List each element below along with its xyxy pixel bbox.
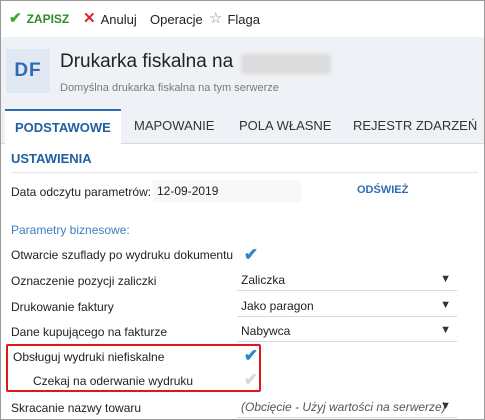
operations-button[interactable]: Operacje	[150, 10, 203, 28]
read-date-label: Data odczytu parametrów:	[11, 185, 152, 199]
cancel-label: Anuluj	[100, 11, 137, 27]
section-divider	[11, 172, 478, 173]
read-date-field[interactable]	[153, 180, 301, 202]
record-badge: DF	[6, 49, 50, 93]
x-icon: ✕	[83, 10, 96, 27]
chevron-down-icon: ▼	[440, 273, 451, 285]
star-outline-icon: ☆	[209, 10, 223, 27]
record-header: DF Drukarka fiskalna na Domyślna drukark…	[1, 37, 484, 109]
select-value: Nabywca	[241, 324, 291, 338]
save-label: ZAPISZ	[26, 12, 70, 26]
advance-marking-select[interactable]: Zaliczka ▼	[237, 269, 457, 291]
shorten-name-select[interactable]: (Obcięcie - Użyj wartości na serwerze) ▼	[237, 396, 457, 418]
buyer-data-select[interactable]: Nabywca ▼	[237, 320, 457, 342]
setting-label-advance: Oznaczenie pozycji zaliczki	[11, 274, 157, 288]
setting-label-drawer: Otwarcie szuflady po wydruku dokumentu	[11, 248, 234, 262]
setting-label-shorten-name: Skracanie nazwy towaru	[11, 401, 142, 415]
page-title: Drukarka fiskalna na	[60, 51, 234, 72]
refresh-link[interactable]: ODŚWIEŻ	[357, 184, 408, 196]
window-frame: ✔ ZAPISZ ✕ Anuluj Operacje ☆ Flaga DF Dr…	[0, 0, 485, 420]
select-value: Zaliczka	[241, 273, 286, 287]
check-icon: ✔	[9, 10, 22, 27]
tab-podstawowe[interactable]: PODSTAWOWE	[5, 109, 121, 144]
highlight-box	[6, 344, 261, 392]
select-value: (Obcięcie - Użyj wartości na serwerze)	[241, 400, 446, 414]
tab-mapowanie[interactable]: MAPOWANIE	[134, 109, 214, 143]
section-title: USTAWIENIA	[11, 151, 92, 166]
chevron-down-icon: ▼	[440, 324, 451, 336]
settings-panel: USTAWIENIA Data odczytu parametrów: ODŚW…	[1, 144, 484, 419]
flag-button[interactable]: ☆ Flaga	[209, 10, 260, 28]
operations-label: Operacje	[150, 11, 203, 27]
business-params-heading: Parametry biznesowe:	[11, 223, 130, 237]
redacted-name	[241, 54, 331, 74]
checkmark-icon: ✔	[243, 245, 259, 264]
setting-label-invoice-print: Drukowanie faktury	[11, 300, 114, 314]
drawer-open-checkbox[interactable]: ✔	[241, 245, 261, 265]
chevron-down-icon: ▼	[440, 299, 451, 311]
cancel-button[interactable]: ✕ Anuluj	[83, 10, 137, 28]
invoice-print-select[interactable]: Jako paragon ▼	[237, 295, 457, 317]
tab-pola-wlasne[interactable]: POLA WŁASNE	[239, 109, 331, 143]
toolbar: ✔ ZAPISZ ✕ Anuluj Operacje ☆ Flaga	[1, 1, 484, 37]
page-subtitle: Domyślna drukarka fiskalna na tym serwer…	[60, 82, 279, 94]
setting-label-buyer-data: Dane kupującego na fakturze	[11, 325, 168, 339]
tab-rejestr-zdarzen[interactable]: REJESTR ZDARZEŃ	[353, 109, 477, 143]
flag-label: Flaga	[227, 11, 260, 27]
select-value: Jako paragon	[241, 299, 314, 313]
tab-bar: PODSTAWOWE MAPOWANIE POLA WŁASNE REJESTR…	[1, 109, 484, 144]
chevron-down-icon: ▼	[440, 400, 451, 412]
save-button[interactable]: ✔ ZAPISZ	[9, 10, 69, 28]
